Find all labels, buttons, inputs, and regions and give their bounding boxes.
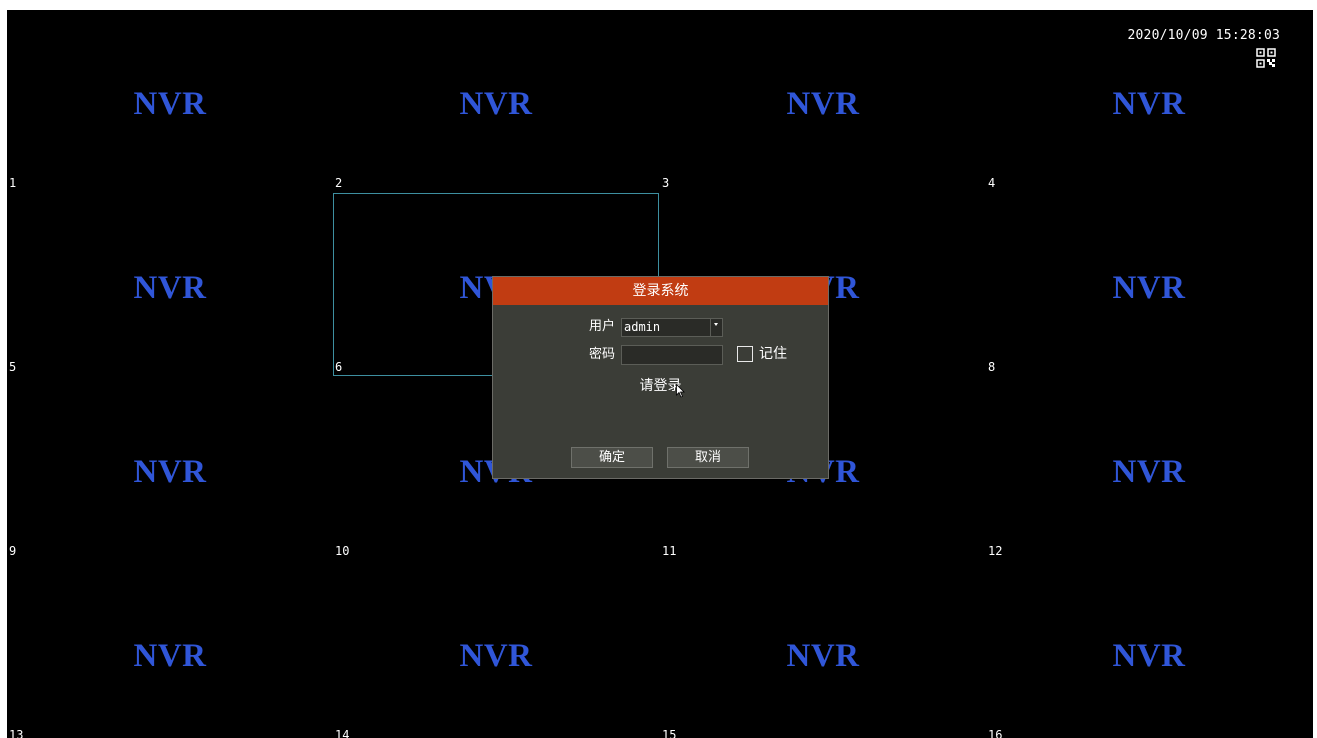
channel-tile[interactable]: NVR 4 bbox=[986, 10, 1312, 194]
channel-tile[interactable]: NVR 16 bbox=[986, 562, 1312, 738]
nvr-logo: NVR bbox=[1112, 270, 1186, 306]
nvr-logo: NVR bbox=[1112, 86, 1186, 122]
dialog-title: 登录系统 bbox=[493, 277, 828, 305]
channel-number: 11 bbox=[662, 544, 677, 558]
channel-tile[interactable]: NVR 14 bbox=[333, 562, 659, 738]
login-dialog: 登录系统 用户 admin 密码 记住 请登录 确定 取消 bbox=[492, 276, 829, 479]
nvr-logo: NVR bbox=[133, 638, 207, 674]
password-input[interactable] bbox=[621, 345, 723, 365]
channel-number: 13 bbox=[9, 728, 24, 738]
nvr-live-view: 2020/10/09 15:28:03 NVR 1 NVR 2 NVR 3 NV… bbox=[7, 10, 1313, 738]
channel-number: 8 bbox=[988, 360, 996, 374]
nvr-logo: NVR bbox=[459, 86, 533, 122]
channel-tile[interactable]: NVR 12 bbox=[986, 378, 1312, 562]
channel-tile[interactable]: NVR 5 bbox=[7, 194, 333, 378]
cancel-button[interactable]: 取消 bbox=[667, 447, 749, 468]
nvr-logo: NVR bbox=[133, 86, 207, 122]
nvr-logo: NVR bbox=[133, 454, 207, 490]
mouse-pointer-icon bbox=[676, 384, 685, 398]
channel-number: 14 bbox=[335, 728, 350, 738]
ok-button[interactable]: 确定 bbox=[571, 447, 653, 468]
channel-number: 4 bbox=[988, 176, 996, 190]
channel-tile[interactable]: NVR 15 bbox=[660, 562, 986, 738]
nvr-logo: NVR bbox=[1112, 638, 1186, 674]
channel-tile[interactable]: NVR 13 bbox=[7, 562, 333, 738]
user-select[interactable]: admin bbox=[621, 318, 723, 337]
channel-number: 2 bbox=[335, 176, 343, 190]
nvr-logo: NVR bbox=[459, 638, 533, 674]
channel-number: 1 bbox=[9, 176, 17, 190]
remember-label: 记住 bbox=[759, 346, 787, 362]
nvr-logo: NVR bbox=[786, 638, 860, 674]
channel-tile[interactable]: NVR 2 bbox=[333, 10, 659, 194]
channel-number: 15 bbox=[662, 728, 677, 738]
channel-number: 12 bbox=[988, 544, 1003, 558]
channel-number: 9 bbox=[9, 544, 17, 558]
remember-checkbox[interactable] bbox=[737, 346, 753, 362]
channel-number: 5 bbox=[9, 360, 17, 374]
channel-tile[interactable]: NVR 3 bbox=[660, 10, 986, 194]
channel-number: 3 bbox=[662, 176, 670, 190]
nvr-logo: NVR bbox=[1112, 454, 1186, 490]
chevron-down-icon[interactable] bbox=[710, 319, 722, 336]
nvr-logo: NVR bbox=[786, 86, 860, 122]
password-label: 密码 bbox=[589, 347, 616, 362]
nvr-logo: NVR bbox=[133, 270, 207, 306]
channel-tile[interactable]: NVR 1 bbox=[7, 10, 333, 194]
channel-number: 10 bbox=[335, 544, 350, 558]
channel-tile[interactable]: NVR 9 bbox=[7, 378, 333, 562]
user-select-value: admin bbox=[624, 320, 661, 334]
channel-tile[interactable]: NVR 8 bbox=[986, 194, 1312, 378]
channel-number: 16 bbox=[988, 728, 1003, 738]
user-label: 用户 bbox=[589, 319, 616, 334]
login-status-text: 请登录 bbox=[639, 378, 682, 394]
